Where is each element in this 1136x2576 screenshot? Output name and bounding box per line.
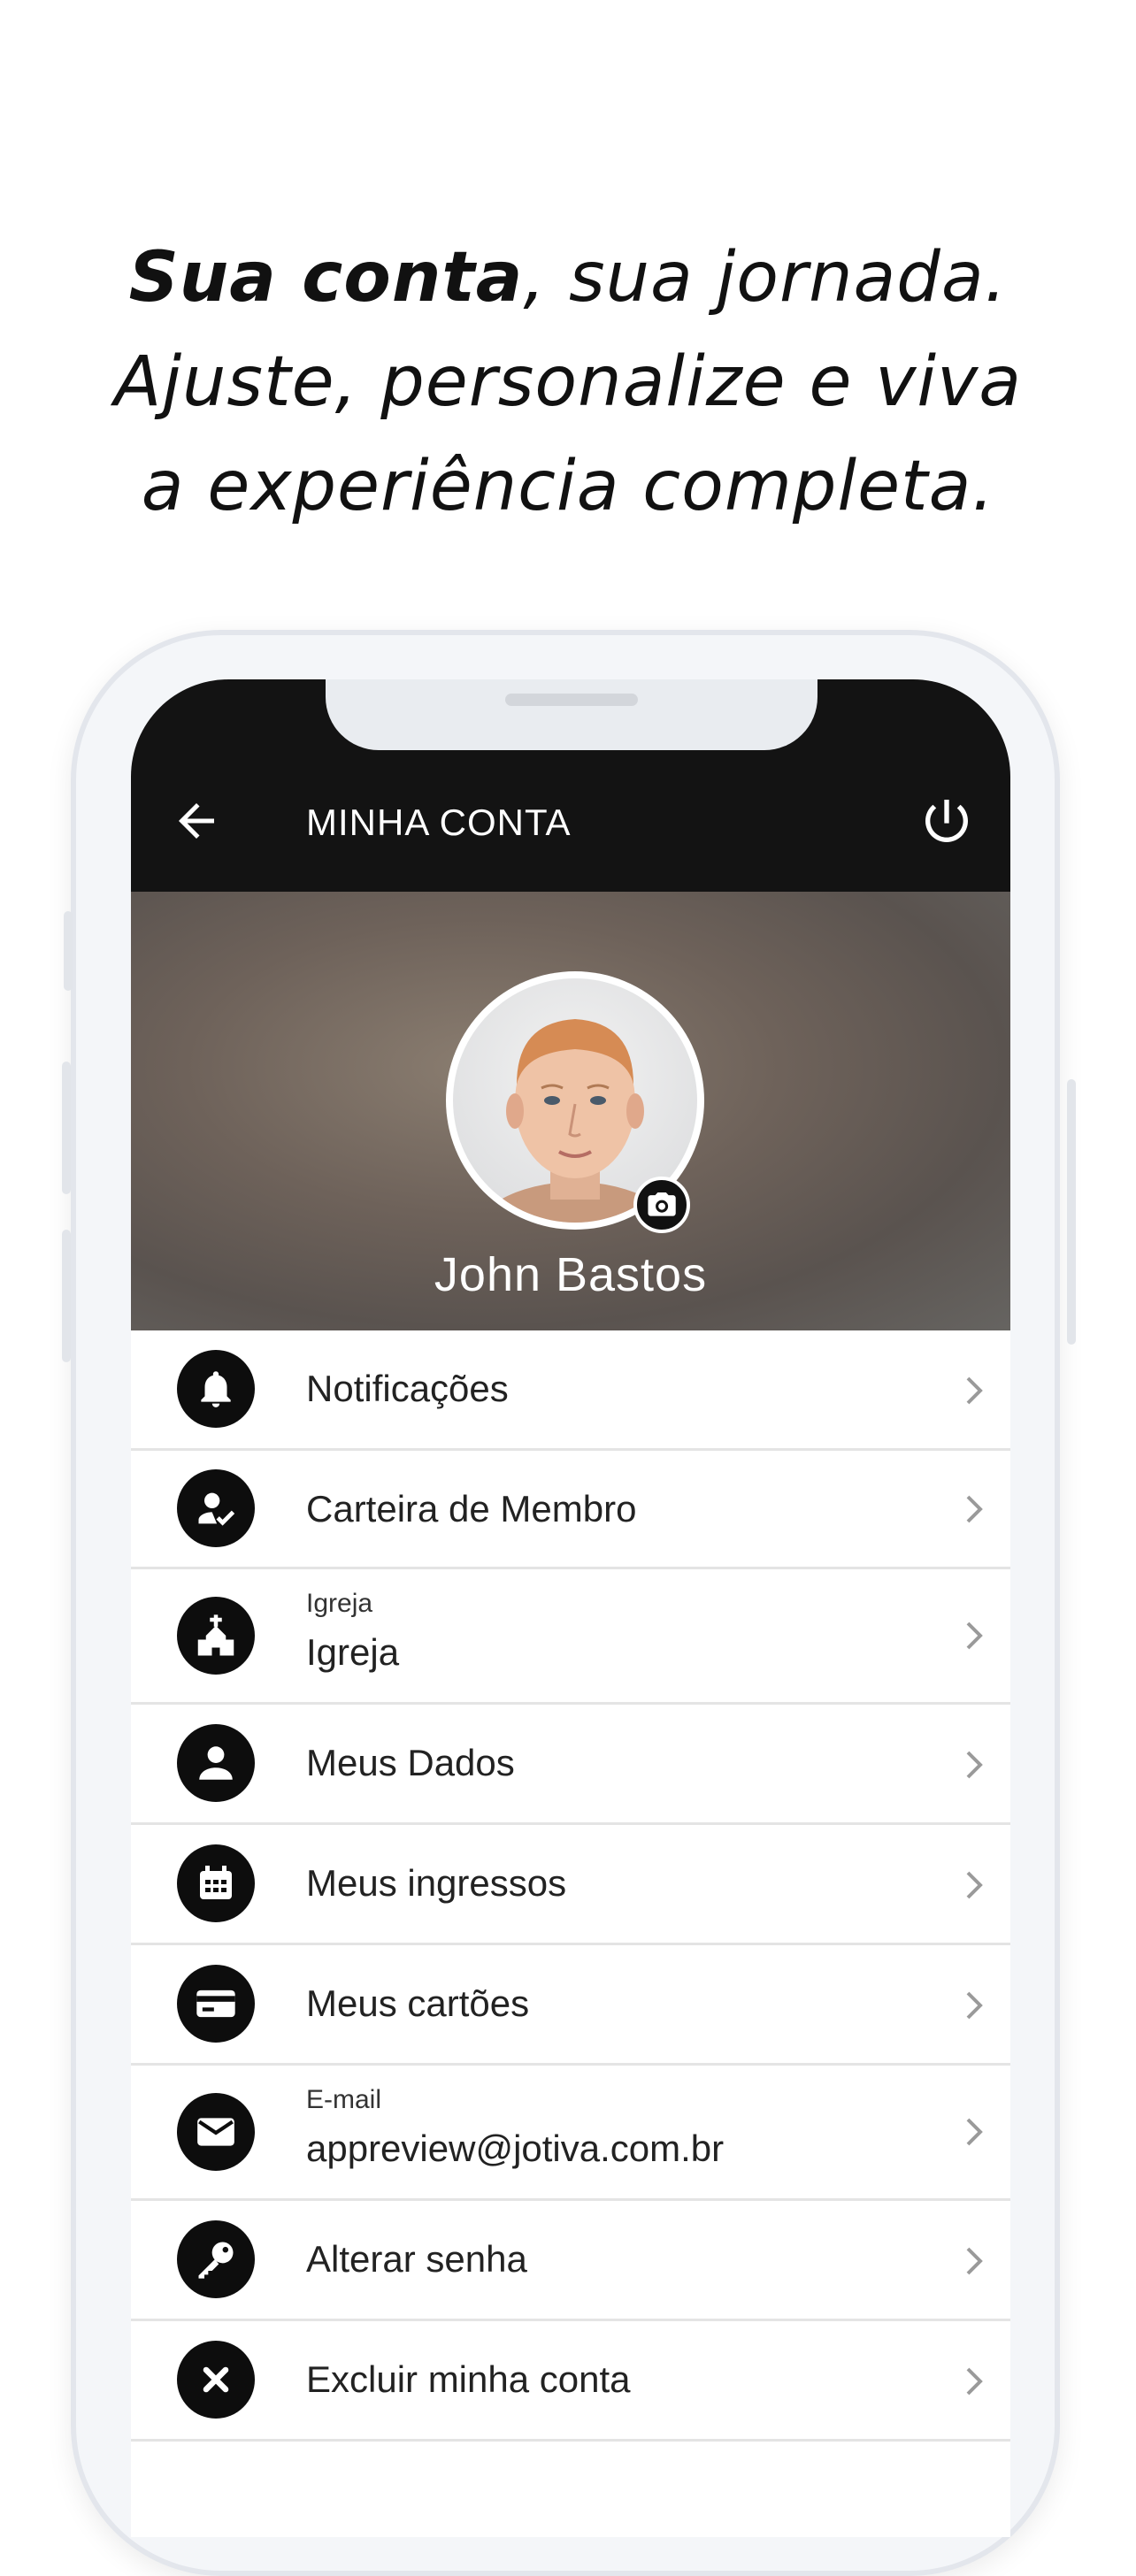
key-icon bbox=[177, 2220, 255, 2298]
bell-icon bbox=[177, 1350, 255, 1428]
church-icon bbox=[177, 1597, 255, 1675]
chevron-right-icon bbox=[966, 2367, 983, 2396]
headline-line2: Ajuste, personalize e viva bbox=[113, 342, 1023, 422]
chevron-right-icon bbox=[966, 1622, 983, 1650]
person-icon bbox=[177, 1724, 255, 1802]
menu-item-sublabel: E-mail bbox=[306, 2085, 382, 2114]
menu-item-label: Excluir minha conta bbox=[306, 2358, 631, 2400]
phone-side-button bbox=[62, 1230, 71, 1362]
chevron-right-icon bbox=[966, 1871, 983, 1899]
headline-line3: a experiência completa. bbox=[141, 447, 995, 526]
menu-item-label: Meus ingressos bbox=[306, 1862, 567, 1904]
chevron-right-icon bbox=[966, 2247, 983, 2275]
chevron-right-icon bbox=[966, 1376, 983, 1405]
arrow-left-icon[interactable] bbox=[170, 794, 223, 847]
chevron-right-icon bbox=[966, 1751, 983, 1779]
menu-item-my-cards[interactable]: Meus cartões bbox=[131, 1945, 1010, 2066]
phone-side-button bbox=[62, 1062, 71, 1194]
chevron-right-icon bbox=[966, 1495, 983, 1523]
close-icon bbox=[177, 2341, 255, 2419]
menu-item-notifications[interactable]: Notificações bbox=[131, 1330, 1010, 1451]
menu-item-member-card[interactable]: Carteira de Membro bbox=[131, 1451, 1010, 1569]
menu-item-label: Carteira de Membro bbox=[306, 1488, 637, 1530]
phone-side-button bbox=[1067, 1079, 1076, 1345]
chevron-right-icon bbox=[966, 1991, 983, 2020]
speaker-grille bbox=[505, 694, 638, 706]
page-title: MINHA CONTA bbox=[306, 801, 572, 843]
menu-item-label: Notificações bbox=[306, 1368, 509, 1409]
account-menu: Notificações Carteira de Membro Igreja I… bbox=[131, 1330, 1010, 2442]
menu-item-label: Meus Dados bbox=[306, 1742, 515, 1783]
credit-card-icon bbox=[177, 1965, 255, 2043]
headline-line1-rest: , sua jornada. bbox=[523, 238, 1008, 318]
phone-screen: MINHA CONTA John Bastos Notificações Car… bbox=[131, 679, 1010, 2537]
menu-item-label: appreview@jotiva.com.br bbox=[306, 2128, 725, 2169]
menu-item-label: Meus cartões bbox=[306, 1982, 530, 2024]
mail-icon bbox=[177, 2093, 255, 2171]
calendar-icon bbox=[177, 1844, 255, 1922]
menu-item-label: Alterar senha bbox=[306, 2238, 527, 2280]
headline-bold: Sua conta bbox=[128, 238, 524, 318]
power-icon[interactable] bbox=[918, 793, 975, 849]
menu-item-church[interactable]: Igreja Igreja bbox=[131, 1569, 1010, 1705]
menu-item-my-data[interactable]: Meus Dados bbox=[131, 1705, 1010, 1825]
menu-item-delete-account[interactable]: Excluir minha conta bbox=[131, 2321, 1010, 2442]
phone-side-button bbox=[64, 911, 73, 991]
camera-icon[interactable] bbox=[633, 1177, 690, 1233]
profile-name: John Bastos bbox=[434, 1248, 708, 1301]
menu-item-change-password[interactable]: Alterar senha bbox=[131, 2201, 1010, 2321]
headline: Sua conta, sua jornada. Ajuste, personal… bbox=[0, 226, 1136, 539]
menu-item-email[interactable]: E-mail appreview@jotiva.com.br bbox=[131, 2066, 1010, 2201]
phone-notch bbox=[326, 679, 817, 750]
menu-item-sublabel: Igreja bbox=[306, 1589, 373, 1618]
member-card-icon bbox=[177, 1469, 255, 1547]
menu-item-my-tickets[interactable]: Meus ingressos bbox=[131, 1825, 1010, 1945]
menu-item-label: Igreja bbox=[306, 1631, 400, 1673]
chevron-right-icon bbox=[966, 2118, 983, 2146]
profile-header: John Bastos bbox=[131, 892, 1010, 1330]
